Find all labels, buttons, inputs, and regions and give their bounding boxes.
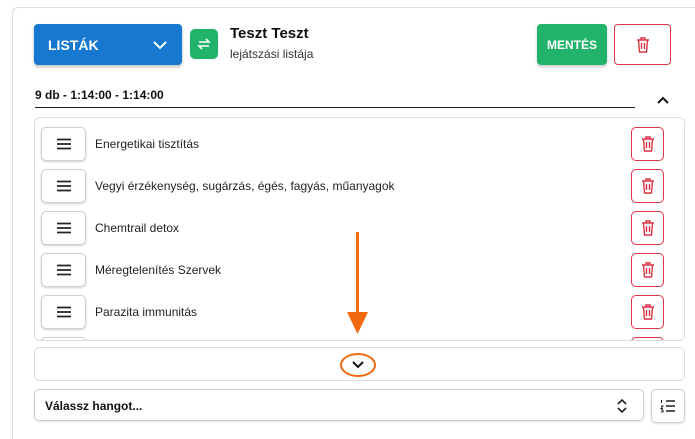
trash-icon — [641, 178, 654, 194]
list-item-label: Energetikai tisztítás — [95, 137, 200, 151]
drag-handle[interactable] — [41, 295, 86, 329]
chevron-down-icon — [153, 40, 167, 49]
hamburger-icon — [56, 222, 71, 234]
list-item-label: Chemtrail detox — [95, 221, 180, 235]
playlist-summary: 9 db - 1:14:00 - 1:14:00 — [35, 88, 635, 108]
hamburger-icon — [56, 264, 71, 276]
drag-handle[interactable] — [41, 169, 86, 203]
trash-icon — [641, 220, 654, 236]
playlist-items: Energetikai tisztítás Vegyi érzékenység,… — [34, 117, 685, 341]
playlist-subtitle: lejátszási listája — [230, 47, 314, 61]
chevron-down-icon[interactable] — [351, 359, 365, 371]
trash-icon — [641, 136, 654, 152]
swap-icon — [197, 38, 211, 50]
drag-handle[interactable] — [41, 337, 86, 340]
trash-icon — [636, 36, 649, 53]
save-button[interactable]: MENTÉS — [537, 24, 607, 65]
delete-item-button[interactable] — [631, 295, 664, 329]
sound-select-value: Válassz hangot... — [45, 399, 143, 413]
delete-item-button[interactable] — [631, 211, 664, 245]
hamburger-icon — [56, 138, 71, 150]
sort-icon — [617, 398, 627, 414]
swap-button[interactable] — [190, 29, 218, 59]
hamburger-icon — [56, 180, 71, 192]
delete-item-button[interactable] — [631, 127, 664, 161]
list-item: Méregtelenítés Szervek — [35, 253, 684, 289]
drag-handle[interactable] — [41, 127, 86, 161]
drag-handle[interactable] — [41, 253, 86, 287]
sound-select[interactable]: Válassz hangot... — [34, 389, 644, 421]
hamburger-icon — [56, 306, 71, 318]
list-item: Energetikai tisztítás — [35, 127, 684, 163]
trash-icon — [641, 304, 654, 320]
drag-handle[interactable] — [41, 211, 86, 245]
delete-item-button[interactable] — [631, 253, 664, 287]
delete-playlist-button[interactable] — [614, 24, 671, 65]
arrow-down-icon — [347, 312, 368, 334]
list-item: Chemtrail detox — [35, 211, 684, 247]
playlist-title: Teszt Teszt — [230, 25, 309, 42]
annotation-arrow-shaft — [356, 232, 359, 318]
list-item-partial — [35, 337, 684, 340]
list-item-label: Méregtelenítés Szervek — [95, 263, 222, 277]
numbered-list-icon — [660, 400, 675, 413]
list-order-button[interactable] — [651, 389, 685, 423]
list-item: Vegyi érzékenység, sugárzás, égés, fagyá… — [35, 169, 684, 205]
chevron-up-icon[interactable] — [655, 93, 671, 107]
delete-item-button[interactable] — [631, 337, 664, 340]
list-item-label: Vegyi érzékenység, sugárzás, égés, fagyá… — [95, 179, 395, 193]
delete-item-button[interactable] — [631, 169, 664, 203]
lists-button-label: LISTÁK — [48, 36, 99, 53]
trash-icon — [641, 262, 654, 278]
lists-dropdown-button[interactable]: LISTÁK — [34, 24, 182, 65]
list-item-label: Parazita immunitás — [95, 305, 198, 319]
